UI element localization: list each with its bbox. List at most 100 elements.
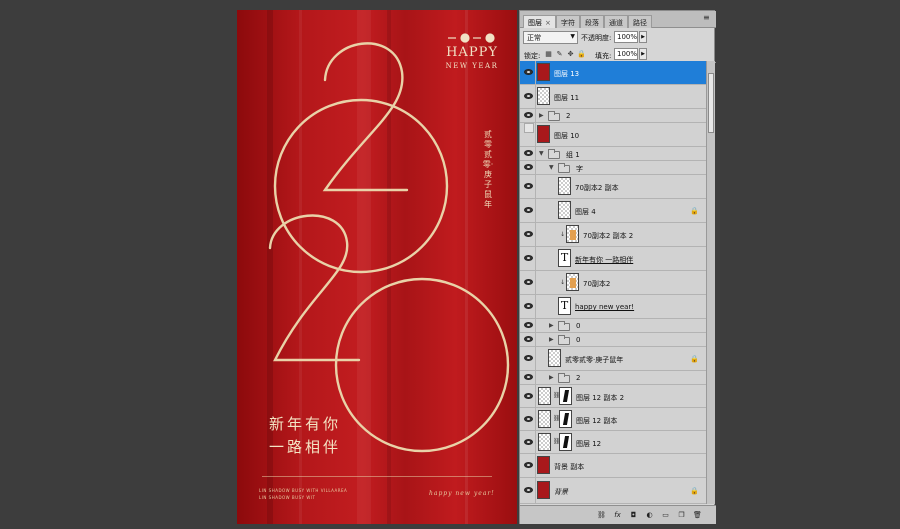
layer-name[interactable]: 70副本2 <box>583 279 610 289</box>
eye-icon[interactable] <box>524 231 533 237</box>
tab-layers[interactable]: 图层 × <box>523 15 556 28</box>
visibility-toggle[interactable] <box>520 175 536 198</box>
layer-name[interactable]: 0 <box>576 322 580 330</box>
eye-icon[interactable] <box>524 393 533 399</box>
visibility-toggle[interactable] <box>520 454 536 477</box>
layer-name[interactable]: 2 <box>566 112 570 120</box>
layer-name[interactable]: 图层 10 <box>554 131 579 141</box>
tab-channels[interactable]: 通道 <box>604 15 628 28</box>
layer-row[interactable]: ⛓ 图层 12 副本 <box>520 408 706 431</box>
fill-slider-button[interactable]: ▶ <box>639 48 647 60</box>
eye-icon[interactable] <box>524 183 533 189</box>
eye-icon[interactable] <box>524 150 533 156</box>
layer-row[interactable]: 背景 副本 <box>520 454 706 478</box>
visibility-toggle[interactable] <box>520 319 536 332</box>
visibility-toggle[interactable] <box>520 147 536 160</box>
opacity-input[interactable]: 100% <box>614 31 638 43</box>
layer-name[interactable]: 图层 4 <box>575 207 596 217</box>
mask-icon[interactable]: ◘ <box>628 510 639 521</box>
eye-icon[interactable] <box>524 355 533 361</box>
scrollbar-thumb[interactable] <box>708 73 714 133</box>
visibility-toggle[interactable] <box>520 271 536 294</box>
layer-group-row[interactable]: ▶ 0 <box>520 333 706 347</box>
layer-row[interactable]: 70副本2 副本 <box>520 175 706 199</box>
tab-paragraph[interactable]: 段落 <box>580 15 604 28</box>
eye-icon[interactable] <box>524 164 533 170</box>
layer-name[interactable]: 背景 副本 <box>554 462 584 472</box>
link-icon[interactable]: ⛓ <box>596 510 607 521</box>
eye-icon[interactable] <box>524 487 533 493</box>
chain-link-icon[interactable]: ⛓ <box>553 438 561 446</box>
expand-arrow-icon[interactable]: ▶ <box>549 374 554 381</box>
layer-name[interactable]: 新年有你 一路相伴 <box>575 255 633 265</box>
tab-character[interactable]: 字符 <box>556 15 580 28</box>
layer-row[interactable]: 图层 11 <box>520 85 706 109</box>
layer-row[interactable]: 图层 10 <box>520 123 706 147</box>
layer-row[interactable]: T happy new year! <box>520 295 706 319</box>
layer-mask-thumbnail[interactable] <box>559 387 572 405</box>
eye-icon[interactable] <box>524 207 533 213</box>
visibility-toggle[interactable] <box>520 347 536 370</box>
eye-icon[interactable] <box>524 416 533 422</box>
opacity-slider-button[interactable]: ▶ <box>639 31 647 43</box>
layer-row[interactable]: 背景 🔒 <box>520 478 706 504</box>
layer-group-row[interactable]: ▼ 组 1 <box>520 147 706 161</box>
layer-group-row[interactable]: ▼ 字 <box>520 161 706 175</box>
layer-name[interactable]: 图层 13 <box>554 69 579 79</box>
layer-name[interactable]: 图层 12 副本 <box>576 416 617 426</box>
eye-icon[interactable] <box>524 112 533 118</box>
new-layer-icon[interactable]: ❐ <box>676 510 687 521</box>
lock-all-icon[interactable]: 🔒 <box>577 50 586 59</box>
chain-link-icon[interactable]: ⛓ <box>553 415 561 423</box>
trash-icon[interactable]: 🗑 <box>692 510 703 521</box>
visibility-toggle[interactable] <box>520 247 536 270</box>
layer-name[interactable]: happy new year! <box>575 303 634 311</box>
eye-icon[interactable] <box>524 462 533 468</box>
layer-name[interactable]: 组 1 <box>566 150 580 160</box>
layer-row[interactable]: ↓ 70副本2 副本 2 <box>520 223 706 247</box>
layer-name[interactable]: 70副本2 副本 <box>575 183 619 193</box>
layer-mask-thumbnail[interactable] <box>559 433 572 451</box>
lock-transparency-icon[interactable]: ▦ <box>544 50 553 59</box>
layer-name[interactable]: 图层 11 <box>554 93 579 103</box>
layer-row[interactable]: 贰零贰零·庚子鼠年 🔒 <box>520 347 706 371</box>
tab-paths[interactable]: 路径 <box>628 15 652 28</box>
fill-input[interactable]: 100% <box>614 48 638 60</box>
visibility-toggle[interactable] <box>520 333 536 346</box>
eye-icon[interactable] <box>524 374 533 380</box>
eye-icon[interactable] <box>524 439 533 445</box>
lock-position-icon[interactable]: ✥ <box>566 50 575 59</box>
visibility-toggle[interactable] <box>520 223 536 246</box>
layer-row[interactable]: ⛓ 图层 12 <box>520 431 706 454</box>
layer-name[interactable]: 70副本2 副本 2 <box>583 231 633 241</box>
expand-arrow-icon[interactable]: ▶ <box>549 322 554 329</box>
visibility-toggle[interactable] <box>520 408 536 430</box>
layer-group-row[interactable]: ▶ 0 <box>520 319 706 333</box>
layer-mask-thumbnail[interactable] <box>559 410 572 428</box>
layer-row[interactable]: T 新年有你 一路相伴 <box>520 247 706 271</box>
visibility-toggle[interactable] <box>520 61 536 84</box>
layer-list-scrollbar[interactable] <box>706 61 715 504</box>
visibility-toggle[interactable] <box>520 478 536 503</box>
layer-name[interactable]: 0 <box>576 336 580 344</box>
expand-arrow-icon[interactable]: ▶ <box>549 336 554 343</box>
eye-icon[interactable] <box>524 279 533 285</box>
eye-icon[interactable] <box>524 255 533 261</box>
expand-arrow-icon[interactable]: ▶ <box>539 112 544 119</box>
visibility-toggle[interactable] <box>520 161 536 174</box>
layer-name[interactable]: 图层 12 <box>576 439 601 449</box>
new-group-icon[interactable]: ▭ <box>660 510 671 521</box>
layer-row[interactable]: ↓ 70副本2 <box>520 271 706 295</box>
layer-row[interactable]: ⛓ 图层 12 副本 2 <box>520 385 706 408</box>
visibility-toggle[interactable] <box>520 371 536 384</box>
eye-icon[interactable] <box>524 322 533 328</box>
eye-icon[interactable] <box>524 93 533 99</box>
adjustment-icon[interactable]: ◐ <box>644 510 655 521</box>
visibility-toggle[interactable] <box>520 385 536 407</box>
layer-name[interactable]: 贰零贰零·庚子鼠年 <box>565 355 623 365</box>
layer-name[interactable]: 字 <box>576 164 583 174</box>
blend-mode-select[interactable]: 正常 ▼ <box>523 31 578 44</box>
layer-row[interactable]: 图层 13 <box>520 61 706 85</box>
eye-icon[interactable] <box>524 69 533 75</box>
visibility-toggle[interactable] <box>520 199 536 222</box>
